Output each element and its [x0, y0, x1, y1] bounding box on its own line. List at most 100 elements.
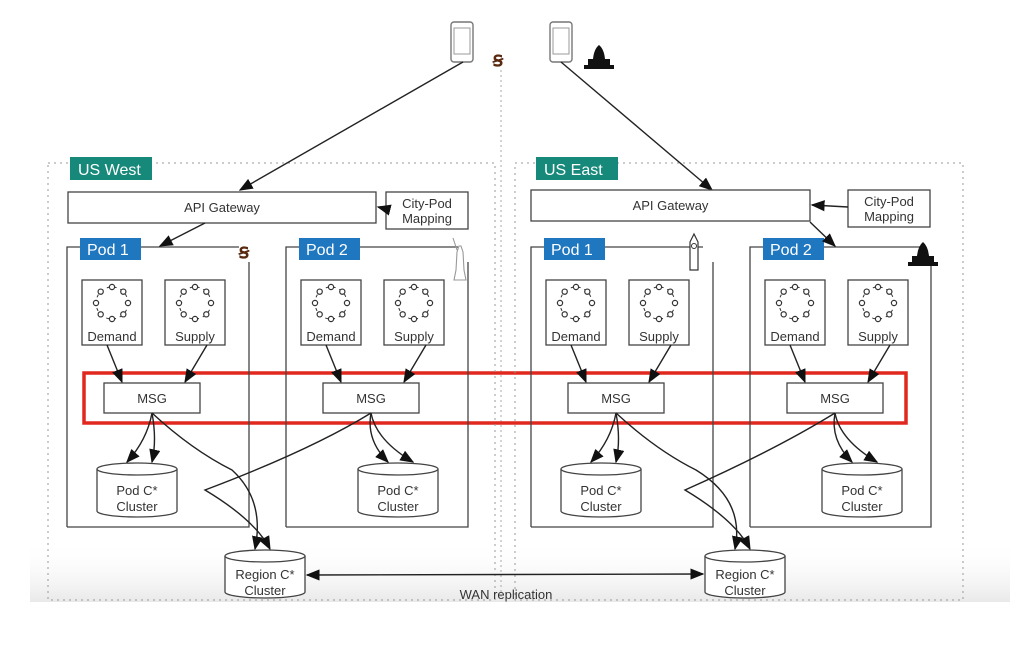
ring-node: [203, 311, 210, 318]
ring-node: [556, 299, 564, 307]
region-cassandra-cluster-label-line2: Cluster: [724, 583, 766, 598]
diagram-canvas: ꞩUS WestAPI Gateway City-PodMappingPod 1ꞩ…: [30, 21, 1010, 602]
ring-node: [191, 283, 199, 291]
mapping-label-line1: City-Pod: [402, 196, 452, 211]
ring-node: [120, 288, 127, 295]
ring-node: [780, 311, 787, 318]
ring-node: [588, 299, 596, 307]
ring-node: [327, 315, 335, 323]
ring-node: [339, 288, 346, 295]
ring-node: [791, 283, 799, 291]
cylinder-top: [96, 462, 178, 476]
ring-node: [863, 288, 870, 295]
ring-node: [410, 283, 418, 291]
supply-to-msg-arrow: [867, 344, 891, 384]
ring-node: [890, 299, 898, 307]
ring-node: [108, 283, 116, 291]
pod-cassandra-cluster-label-line1: Pod C*: [841, 483, 882, 498]
cylinder-top: [821, 462, 903, 476]
msg-to-pod-db-arrow: [126, 412, 153, 464]
ring-node: [175, 299, 183, 307]
msg-label: MSG: [820, 391, 850, 406]
ring-node: [886, 311, 893, 318]
supply-label: Supply: [175, 329, 215, 344]
region-boundary: [514, 162, 964, 601]
ring-node: [874, 283, 882, 291]
ring-node: [191, 315, 199, 323]
demand-to-msg-arrow: [106, 344, 123, 384]
ring-node: [399, 311, 406, 318]
ring-node: [410, 315, 418, 323]
ring-node: [667, 311, 674, 318]
sf-giants-logo-icon: ꞩ: [492, 47, 504, 71]
demand-label: Demand: [770, 329, 819, 344]
pod-label: Pod 1: [87, 242, 129, 259]
ring-node: [316, 288, 323, 295]
supply-to-msg-arrow: [184, 344, 208, 384]
ring-node: [422, 288, 429, 295]
supply-label: Supply: [394, 329, 434, 344]
demand-label: Demand: [551, 329, 600, 344]
pod-cassandra-cluster-label-line2: Cluster: [580, 499, 622, 514]
ring-node: [572, 283, 580, 291]
ring-node: [667, 288, 674, 295]
msg-label: MSG: [601, 391, 631, 406]
region-cassandra-cluster-label-line1: Region C*: [715, 567, 774, 582]
pod-cassandra-cluster-label-line2: Cluster: [377, 499, 419, 514]
client-phone-west: [450, 21, 474, 63]
sf-glyph: ꞩ: [492, 47, 504, 71]
ring-node: [803, 288, 810, 295]
demand-to-msg-arrow: [789, 344, 806, 384]
ring-node: [124, 299, 132, 307]
mapping-label-line2: Mapping: [864, 209, 914, 224]
ring-node: [108, 315, 116, 323]
ring-node: [207, 299, 215, 307]
msg-label: MSG: [356, 391, 386, 406]
ring-node: [426, 299, 434, 307]
ring-node: [399, 288, 406, 295]
wan-replication-label: WAN replication: [460, 587, 553, 602]
ring-node: [394, 299, 402, 307]
supply-to-msg-arrow: [648, 344, 672, 384]
ring-node: [584, 311, 591, 318]
pod-label: Pod 2: [306, 242, 348, 259]
msg-to-pod-db-arrow: [590, 412, 617, 464]
big-ben-icon: [689, 232, 699, 271]
sf-glyph: ꞩ: [238, 239, 250, 263]
region-label: US East: [544, 162, 603, 179]
capitol-icon: [584, 45, 614, 69]
wan-replication-arrow: [305, 568, 705, 581]
ring-node: [639, 299, 647, 307]
demand-label: Demand: [306, 329, 355, 344]
demand-to-msg-arrow: [570, 344, 587, 384]
ring-node: [327, 283, 335, 291]
region-cassandra-cluster-label-line2: Cluster: [244, 583, 286, 598]
ring-node: [858, 299, 866, 307]
mapping-label-line2: Mapping: [402, 211, 452, 226]
capitol-icon: [908, 242, 938, 266]
ring-node: [863, 311, 870, 318]
cylinder-top: [704, 549, 786, 563]
ring-node: [886, 288, 893, 295]
supply-label: Supply: [858, 329, 898, 344]
cylinder-top: [560, 462, 642, 476]
msg-to-pod-db-arrow: [613, 412, 625, 464]
pod-cassandra-cluster-label-line2: Cluster: [841, 499, 883, 514]
capitol-shape: [584, 45, 614, 69]
region-label: US West: [78, 162, 141, 179]
ring-node: [311, 299, 319, 307]
ring-node: [422, 311, 429, 318]
msg-to-pod-db-arrow: [370, 412, 415, 463]
sf-giants-logo-icon: ꞩ: [238, 239, 250, 263]
cylinder-top: [224, 549, 306, 563]
ring-node: [791, 315, 799, 323]
msg-highlight-box: [82, 371, 908, 425]
pod-cassandra-cluster-label-line1: Pod C*: [116, 483, 157, 498]
ring-node: [120, 311, 127, 318]
client-request-arrow: [238, 61, 464, 191]
ring-node: [316, 311, 323, 318]
ring-node: [180, 288, 187, 295]
ring-node: [97, 288, 104, 295]
statue-shape: [452, 237, 467, 281]
pod-label: Pod 1: [551, 242, 593, 259]
